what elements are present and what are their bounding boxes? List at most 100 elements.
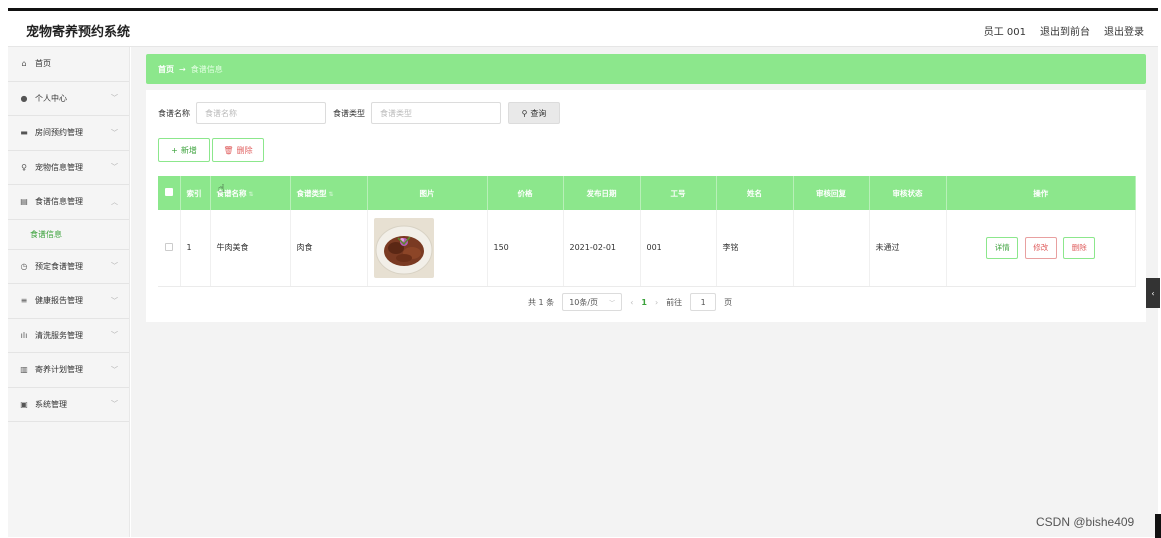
card-icon: ▬ xyxy=(20,128,28,138)
chevron-down-icon: ﹀ xyxy=(111,331,118,340)
add-button[interactable]: + 新增 xyxy=(158,138,210,162)
search-icon: ⚲ xyxy=(521,108,528,118)
col-header-review-status[interactable]: 审核状态 xyxy=(869,176,947,210)
cell-review-status: 未通过 xyxy=(869,210,947,287)
sidebar-item-label: 清洗服务管理 xyxy=(35,330,83,340)
cell-index: 1 xyxy=(180,210,211,287)
bar-chart-icon: ılı xyxy=(20,330,28,340)
sidebar-item-label: 宠物信息管理 xyxy=(35,162,83,172)
breadcrumb-current: 食谱信息 xyxy=(190,64,223,74)
cell-image xyxy=(367,210,488,287)
user-icon: ● xyxy=(20,93,28,103)
sidebar-item-label: 食谱信息管理 xyxy=(35,197,83,207)
logout-link[interactable]: 退出登录 xyxy=(1104,23,1144,38)
cell-name: 牛肉美食 xyxy=(210,210,291,287)
row-checkbox[interactable] xyxy=(158,210,181,287)
chevron-down-icon: ﹀ xyxy=(111,128,118,137)
chevron-down-icon: ﹀ xyxy=(111,163,118,172)
sidebar-item-label: 个人中心 xyxy=(35,93,67,103)
chevron-down-icon: ﹀ xyxy=(111,296,118,305)
chevron-down-icon: ﹀ xyxy=(111,94,118,103)
goto-page-input[interactable]: 1 xyxy=(690,293,717,311)
table-row: 1 牛肉美食 肉食 150 2021-02-01 001 李铭 未通过 详情 修… xyxy=(158,210,1136,287)
select-all-checkbox[interactable] xyxy=(158,176,181,210)
page-size-value: 10条/页 xyxy=(569,297,599,307)
sidebar-item-boarding-plan[interactable]: ▥ 寄养计划管理 ﹀ xyxy=(8,353,129,388)
back-to-front-link[interactable]: 退出到前台 xyxy=(1040,23,1090,38)
search-button[interactable]: ⚲ 查询 xyxy=(508,102,560,124)
chevron-down-icon: ﹀ xyxy=(111,400,118,409)
content-panel: 食谱名称 食谱名称 食谱类型 食谱类型 ⚲ 查询 + 新增 🗑 删除 索引 食谱… xyxy=(146,90,1146,322)
current-page[interactable]: 1 xyxy=(641,298,647,307)
sidebar-item-room-booking[interactable]: ▬ 房间预约管理 ﹀ xyxy=(8,116,129,151)
pointer-cursor-icon: ☝ xyxy=(218,182,225,195)
next-page-icon[interactable]: › xyxy=(655,298,658,307)
cell-staff-id: 001 xyxy=(640,210,717,287)
recipe-type-input[interactable]: 食谱类型 xyxy=(371,102,501,124)
trash-icon: 🗑 xyxy=(223,145,234,155)
sidebar-subitem-label: 食谱信息 xyxy=(30,229,62,239)
detail-button[interactable]: 详情 xyxy=(986,236,1019,259)
prev-page-icon[interactable]: ‹ xyxy=(630,298,633,307)
col-header-staff-id[interactable]: 工号 xyxy=(640,176,717,210)
header-links: 员工 001 退出到前台 退出登录 xyxy=(984,23,1144,38)
clipboard-icon: ▣ xyxy=(20,399,28,409)
chevron-down-icon: ﹀ xyxy=(609,299,616,307)
edit-button[interactable]: 修改 xyxy=(1024,236,1057,259)
sidebar-item-recipe-booking[interactable]: ◷ 预定食谱管理 ﹀ xyxy=(8,250,129,284)
page-suffix: 页 xyxy=(724,297,733,307)
sidebar-item-system[interactable]: ▣ 系统管理 ﹀ xyxy=(8,388,129,422)
current-user: 员工 001 xyxy=(983,27,1026,38)
breadcrumb-arrow: → xyxy=(179,64,186,74)
chart-icon: ▥ xyxy=(20,365,28,375)
breadcrumb-home[interactable]: 首页 xyxy=(158,64,174,75)
cell-price: 150 xyxy=(487,210,564,287)
col-header-index: 索引 xyxy=(180,176,211,210)
chevron-down-icon: ﹀ xyxy=(111,365,118,374)
sidebar-item-label: 健康报告管理 xyxy=(35,296,83,306)
sidebar-item-label: 系统管理 xyxy=(35,399,67,409)
col-header-review-reply[interactable]: 审核回复 xyxy=(793,176,870,210)
sidebar-item-cleaning[interactable]: ılı 清洗服务管理 ﹀ xyxy=(8,319,129,353)
sidebar-subitem-recipe-info[interactable]: 食谱信息 xyxy=(8,219,129,250)
delete-button-label: 删除 xyxy=(236,145,253,155)
sidebar-item-label: 寄养计划管理 xyxy=(35,365,83,375)
edge-bar xyxy=(1155,514,1161,538)
cell-type: 肉食 xyxy=(290,210,368,287)
food-image xyxy=(373,217,434,278)
header: 宠物寄养预约系统 员工 001 退出到前台 退出登录 xyxy=(8,11,1158,47)
chevron-down-icon: ﹀ xyxy=(111,262,118,271)
recipe-name-label: 食谱名称 xyxy=(158,108,190,118)
col-header-price[interactable]: 价格 xyxy=(487,176,564,210)
search-button-label: 查询 xyxy=(530,108,547,118)
clock-icon: ◷ xyxy=(20,261,28,271)
col-header-date[interactable]: 发布日期 xyxy=(563,176,641,210)
plus-icon: + xyxy=(171,145,178,155)
sidebar-item-personal-center[interactable]: ● 个人中心 ﹀ xyxy=(8,82,129,116)
cell-ops: 详情 修改 删除 xyxy=(946,210,1136,287)
sidebar-item-label: 首页 xyxy=(35,59,51,69)
pagination: 共 1 条 10条/页 ﹀ ‹ 1 › 前往 1 页 xyxy=(528,293,732,311)
total-count: 共 1 条 xyxy=(528,297,555,307)
home-icon: ⌂ xyxy=(21,59,27,69)
search-form: 食谱名称 食谱名称 食谱类型 食谱类型 ⚲ 查询 xyxy=(158,102,560,124)
delete-button[interactable]: 删除 xyxy=(1063,236,1096,259)
sidebar: ⌂ 首页 ● 个人中心 ﹀ ▬ 房间预约管理 ﹀ ♀ 宠物信息管理 ﹀ ▤ 食谱… xyxy=(8,47,130,537)
page-size-select[interactable]: 10条/页 ﹀ xyxy=(562,293,623,311)
sidebar-item-pet-info[interactable]: ♀ 宠物信息管理 ﹀ xyxy=(8,151,129,185)
sidebar-item-health-report[interactable]: ≡ 健康报告管理 ﹀ xyxy=(8,284,129,319)
recipe-type-label: 食谱类型 xyxy=(333,108,365,118)
col-header-staff-name[interactable]: 姓名 xyxy=(716,176,794,210)
col-header-type[interactable]: 食谱类型 ⇅ xyxy=(290,176,368,210)
chevron-up-icon: ︿ xyxy=(111,197,118,206)
cell-staff-name: 李铭 xyxy=(716,210,794,287)
breadcrumb: 首页 → 食谱信息 xyxy=(146,54,1146,84)
bulk-delete-button[interactable]: 🗑 删除 xyxy=(212,138,264,162)
sidebar-item-home[interactable]: ⌂ 首页 xyxy=(8,47,129,82)
menu-icon: ≡ xyxy=(20,296,28,306)
recipe-table: 索引 食谱名称 ⇅ 食谱类型 ⇅ 图片 价格 发布日期 工号 姓名 审核回复 审核状… xyxy=(158,176,1136,287)
recipe-name-input[interactable]: 食谱名称 xyxy=(196,102,326,124)
collapse-toggle-icon[interactable]: ‹ xyxy=(1146,278,1160,308)
watermark: CSDN @bishe409 xyxy=(1036,515,1135,529)
sidebar-item-recipe-info[interactable]: ▤ 食谱信息管理 ︿ xyxy=(8,185,129,220)
